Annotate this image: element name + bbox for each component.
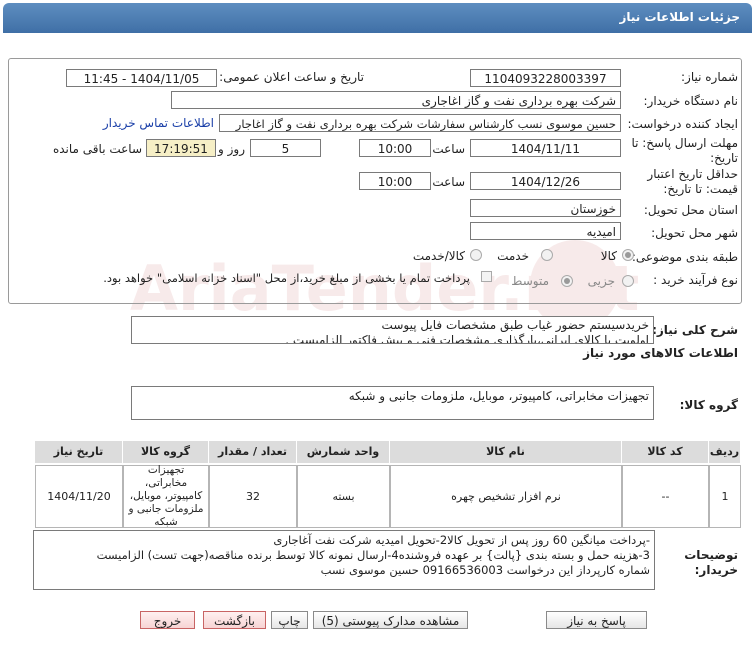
col-header-date: تاریخ نیاز (35, 441, 123, 463)
need-number-label: شماره نیاز: (681, 70, 738, 84)
category-label: طبقه بندی موضوعی: (631, 250, 738, 264)
province-label: استان محل تحویل: (643, 203, 738, 217)
watermark-text: AriaTender.net (130, 252, 639, 325)
deadline-label-2: تاریخ: (710, 151, 738, 165)
days-field: 5 (250, 139, 321, 157)
col-header-unit: واحد شمارش (297, 441, 390, 463)
print-button[interactable]: چاپ (271, 611, 308, 629)
validity-time-field: 10:00 (359, 172, 431, 190)
category-option-goods-service: کالا/خدمت (412, 249, 465, 263)
province-field: خوزستان (470, 199, 621, 217)
treasury-checkbox[interactable] (481, 271, 492, 282)
view-attachments-button[interactable]: مشاهده مدارک پیوستی (5) (313, 611, 468, 629)
table-cell-date: 1404/11/20 (35, 465, 123, 528)
table-cell-qty: 32 (209, 465, 297, 528)
buyer-notes-line-1: -پرداخت میانگین 60 روز پس از تحویل کالا2… (273, 533, 650, 547)
deadline-label: مهلت ارسال پاسخ: تا (631, 136, 738, 150)
description-field: خریدسیستم حضور غیاب طبق مشخصات فایل پیوس… (131, 316, 654, 344)
category-radio-goods[interactable] (622, 249, 634, 261)
table-cell-code: -- (622, 465, 709, 528)
col-header-name: نام کالا (390, 441, 622, 463)
col-header-index: ردیف (709, 441, 741, 463)
announce-label: تاریخ و ساعت اعلان عمومی: (219, 70, 364, 84)
description-line-2: اولویت با کالای ایرانی،بارگذاری مشخصات ف… (285, 333, 649, 344)
table-cell-index: 1 (709, 465, 741, 528)
process-option-minor: جزیی (587, 274, 615, 288)
col-header-qty: تعداد / مقدار (209, 441, 297, 463)
deadline-time-label: ساعت (432, 142, 465, 156)
category-radio-service[interactable] (541, 249, 553, 261)
deadline-time-field: 10:00 (359, 139, 431, 157)
process-radio-minor[interactable] (622, 275, 634, 287)
table-cell-group: تجهیزات مخابراتی، کامپیوتر، موبایل، ملزو… (123, 464, 209, 528)
buyer-notes-line-2: 3-هزینه حمل و بسته بندی {پالت} بر عهده ف… (96, 548, 650, 562)
table-cell-unit: بسته (297, 465, 390, 528)
validity-label: حداقل تاریخ اعتبار (647, 167, 738, 181)
buyer-org-label: نام دستگاه خریدار: (643, 94, 739, 108)
buyer-org-field: شرکت بهره برداری نفت و گاز اغاجاری (171, 91, 621, 109)
process-radio-medium[interactable] (561, 275, 573, 287)
city-label: شهر محل تحویل: (651, 226, 738, 240)
goods-group-field: تجهیزات مخابراتی، کامپیوتر، موبایل، ملزو… (131, 386, 654, 420)
goods-group-label: گروه کالا: (679, 398, 738, 412)
days-label: روز و (218, 142, 245, 156)
page-header: جزئیات اطلاعات نیاز (3, 3, 752, 33)
creator-label: ایجاد کننده درخواست: (627, 117, 738, 131)
process-label: نوع فرآیند خرید : (653, 273, 738, 287)
validity-label-2: قیمت: تا تاریخ: (663, 182, 738, 196)
buyer-notes-field: -پرداخت میانگین 60 روز پس از تحویل کالا2… (33, 530, 655, 590)
buyer-notes-label: توضیحات (684, 548, 738, 562)
validity-time-label: ساعت (432, 175, 465, 189)
category-radio-goods-service[interactable] (470, 249, 482, 261)
remaining-time-label: ساعت باقی مانده (52, 142, 142, 156)
table-cell-name: نرم افزار تشخیص چهره (390, 465, 622, 528)
reply-button[interactable]: پاسخ به نیاز (546, 611, 647, 629)
validity-date-field: 1404/12/26 (470, 172, 621, 190)
buyer-notes-label-2: خریدار: (694, 563, 738, 577)
announce-field: 1404/11/05 - 11:45 (66, 69, 217, 87)
goods-info-title: اطلاعات کالاهای مورد نیاز (583, 346, 738, 360)
buyer-notes-line-3: شماره کارپرداز این درخواست 09166536003 ح… (320, 563, 650, 577)
contact-info-link[interactable]: اطلاعات تماس خریدار (103, 116, 214, 130)
creator-field: حسین موسوی نسب کارشناس سفارشات شرکت بهره… (219, 114, 621, 132)
col-header-group: گروه کالا (123, 441, 209, 463)
deadline-date-field: 1404/11/11 (470, 139, 621, 157)
remaining-time-field: 17:19:51 (146, 139, 216, 157)
back-button[interactable]: بازگشت (203, 611, 266, 629)
payment-note: پرداخت تمام یا بخشی از مبلغ خرید،از محل … (103, 271, 470, 285)
description-line-1: خریدسیستم حضور غیاب طبق مشخصات فایل پیوس… (381, 318, 649, 332)
city-field: امیدیه (470, 222, 621, 240)
exit-button[interactable]: خروج (140, 611, 195, 629)
page-title: جزئیات اطلاعات نیاز (619, 10, 740, 24)
description-label: شرح کلی نیاز: (652, 323, 738, 337)
process-option-medium: متوسط (511, 274, 549, 288)
category-option-goods: کالا (600, 249, 617, 263)
category-option-service: خدمت (497, 249, 529, 263)
need-number-field: 1104093228003397 (470, 69, 621, 87)
col-header-code: کد کالا (622, 441, 709, 463)
